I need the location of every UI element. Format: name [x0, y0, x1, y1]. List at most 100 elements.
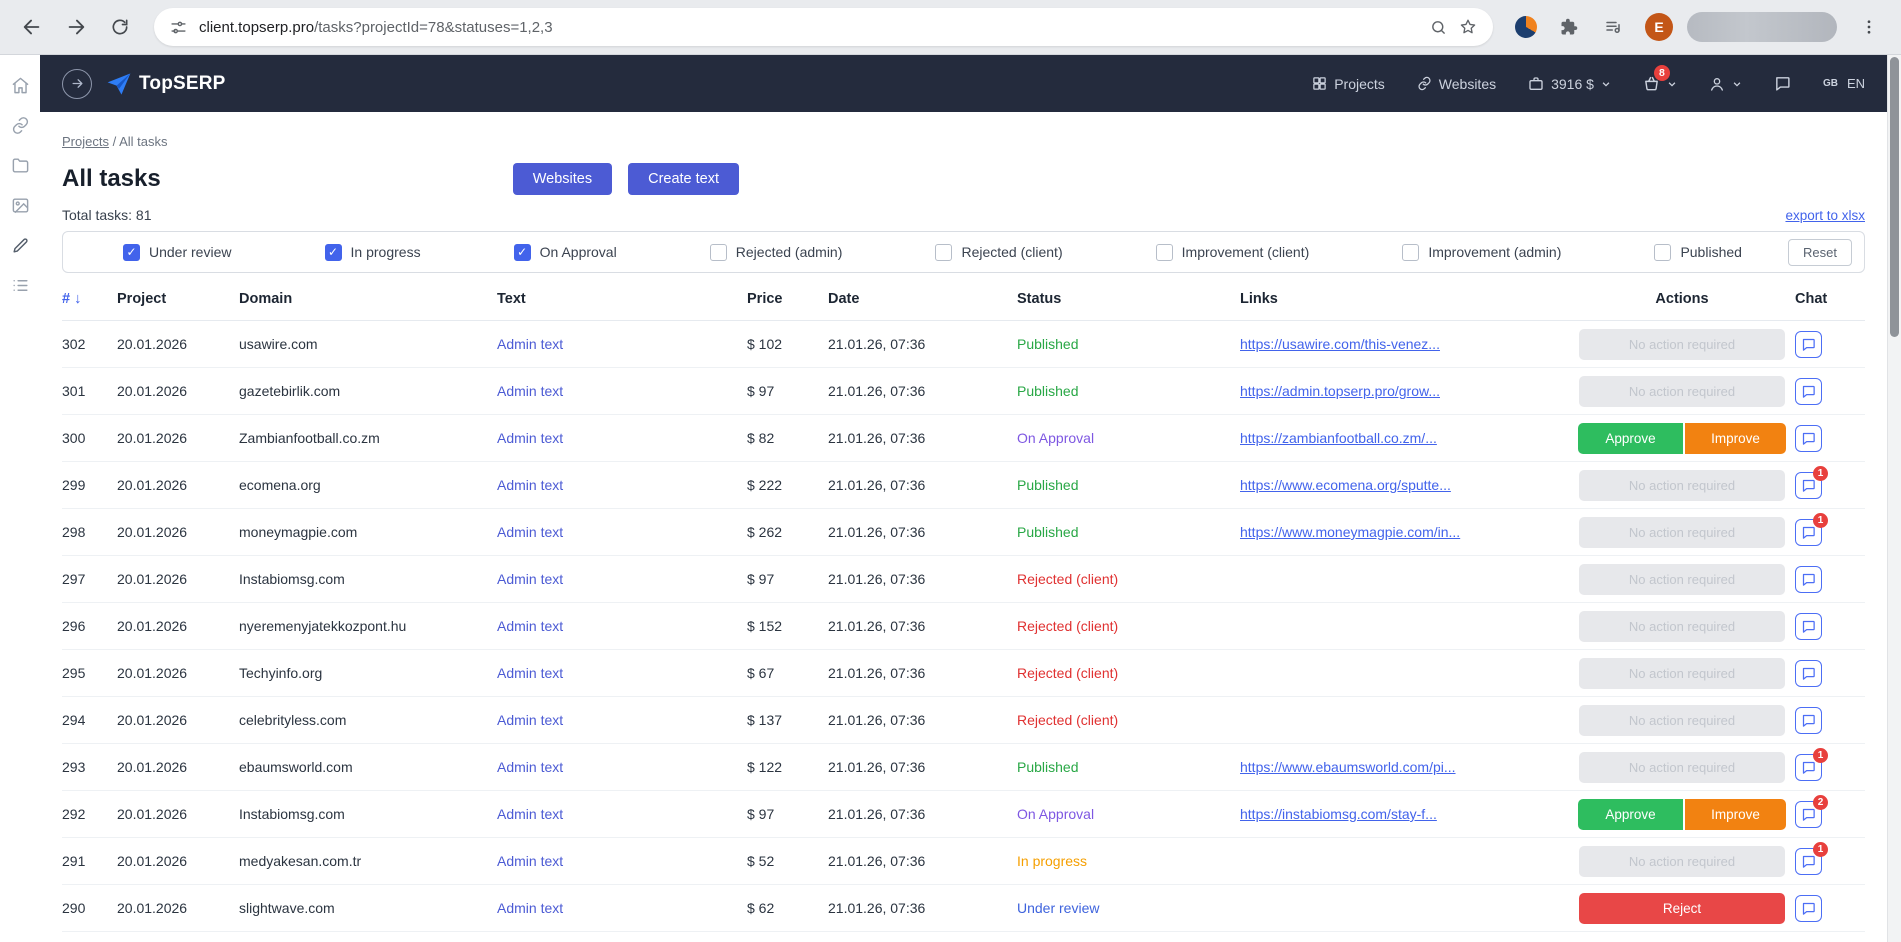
task-link[interactable]: https://www.ecomena.org/sputte... — [1240, 477, 1451, 493]
reject-button[interactable]: Reject — [1579, 892, 1785, 924]
scrollbar-thumb[interactable] — [1890, 57, 1899, 337]
extension-icon[interactable] — [1515, 16, 1537, 38]
admin-text-link[interactable]: Admin text — [497, 665, 563, 681]
status-filter-option[interactable]: In progress — [324, 243, 421, 261]
site-info-icon[interactable] — [170, 19, 187, 36]
sidebar-media-icon[interactable] — [0, 185, 40, 225]
create-text-button[interactable]: Create text — [628, 163, 740, 195]
task-link[interactable]: https://www.ebaumsworld.com/pi... — [1240, 759, 1456, 775]
reload-button[interactable] — [102, 9, 138, 45]
actions-cell: Reject — [1579, 892, 1795, 924]
task-link[interactable]: https://instabiomsg.com/stay-f... — [1240, 806, 1437, 822]
approve-button[interactable]: Approve — [1578, 422, 1683, 454]
chat-button[interactable]: 1 — [1795, 512, 1828, 546]
admin-text-link[interactable]: Admin text — [497, 571, 563, 587]
status-filter-option[interactable]: Published — [1654, 243, 1742, 261]
export-xlsx-link[interactable]: export to xlsx — [1785, 208, 1865, 223]
task-date: 21.01.26, 07:36 — [828, 571, 926, 587]
improve-button[interactable]: Improve — [1685, 798, 1786, 830]
browser-profile-avatar[interactable]: E — [1645, 13, 1673, 41]
chat-button[interactable] — [1795, 612, 1822, 640]
extensions-puzzle-icon[interactable] — [1551, 9, 1587, 45]
admin-text-link[interactable]: Admin text — [497, 524, 563, 540]
forward-button[interactable] — [58, 9, 94, 45]
balance-dropdown[interactable]: 3916 $ — [1528, 76, 1611, 92]
language-switcher[interactable]: GB EN — [1823, 76, 1865, 91]
filter-checkbox[interactable] — [1155, 243, 1173, 261]
filter-label: Under review — [149, 244, 232, 260]
chat-button[interactable] — [1795, 565, 1822, 593]
admin-text-link[interactable]: Admin text — [497, 759, 563, 775]
status-filter-option[interactable]: Rejected (admin) — [709, 243, 842, 261]
admin-text-link[interactable]: Admin text — [497, 430, 563, 446]
column-header-chat: Chat — [1795, 290, 1828, 307]
address-bar[interactable]: client.topserp.pro/tasks?projectId=78&st… — [154, 8, 1493, 46]
sidebar-home-icon[interactable] — [0, 65, 40, 105]
table-row: 301 20.01.2026 gazetebirlik.com Admin te… — [62, 368, 1865, 415]
task-id: 302 — [62, 336, 86, 352]
filter-checkbox[interactable] — [324, 243, 342, 261]
chat-button[interactable]: 1 — [1795, 747, 1828, 781]
sidebar-projects-icon[interactable] — [0, 145, 40, 185]
table-row: 294 20.01.2026 celebrityless.com Admin t… — [62, 697, 1865, 744]
column-header-id[interactable]: # ↓ — [62, 291, 117, 307]
status-filter-option[interactable]: Under review — [123, 243, 232, 261]
status-filter-option[interactable]: On Approval — [513, 243, 617, 261]
chat-button[interactable] — [1795, 659, 1822, 687]
filter-checkbox[interactable] — [1654, 243, 1672, 261]
nav-websites[interactable]: Websites — [1417, 76, 1496, 92]
brand[interactable]: TopSERP — [106, 71, 226, 97]
filter-checkbox[interactable] — [935, 243, 953, 261]
nav-projects[interactable]: Projects — [1312, 76, 1385, 92]
sidebar-links-icon[interactable] — [0, 105, 40, 145]
task-link[interactable]: https://admin.topserp.pro/grow... — [1240, 383, 1440, 399]
sort-desc-icon: ↓ — [74, 290, 82, 307]
chat-button[interactable] — [1795, 424, 1822, 452]
admin-text-link[interactable]: Admin text — [497, 806, 563, 822]
admin-text-link[interactable]: Admin text — [497, 618, 563, 634]
admin-text-link[interactable]: Admin text — [497, 477, 563, 493]
task-link[interactable]: https://usawire.com/this-venez... — [1240, 336, 1440, 352]
search-icon[interactable] — [1430, 19, 1447, 36]
filter-checkbox[interactable] — [123, 243, 140, 261]
chat-button[interactable] — [1795, 894, 1822, 922]
admin-text-link[interactable]: Admin text — [497, 712, 563, 728]
playlist-icon[interactable] — [1595, 9, 1631, 45]
filter-checkbox[interactable] — [1402, 243, 1420, 261]
chat-button[interactable]: 1 — [1795, 465, 1828, 499]
table-row: 299 20.01.2026 ecomena.org Admin text $ … — [62, 462, 1865, 509]
url-text[interactable]: client.topserp.pro/tasks?projectId=78&st… — [199, 19, 1418, 36]
task-link[interactable]: https://zambianfootball.co.zm/... — [1240, 430, 1437, 446]
back-button[interactable] — [14, 9, 50, 45]
sidebar-edit-icon[interactable] — [0, 225, 40, 265]
column-header-links: Links — [1240, 290, 1278, 307]
chat-button[interactable] — [1795, 377, 1822, 405]
reset-button[interactable]: Reset — [1788, 238, 1852, 266]
cart-button[interactable]: 8 — [1643, 65, 1677, 92]
filter-checkbox[interactable] — [513, 243, 531, 261]
bookmark-star-icon[interactable] — [1459, 18, 1477, 36]
websites-button[interactable]: Websites — [512, 163, 613, 195]
chat-button[interactable]: 2 — [1795, 794, 1828, 828]
filter-checkbox[interactable] — [709, 243, 727, 261]
approve-button[interactable]: Approve — [1578, 798, 1683, 830]
admin-text-link[interactable]: Admin text — [497, 900, 563, 916]
status-filter-option[interactable]: Improvement (admin) — [1402, 243, 1561, 261]
support-chat-button[interactable] — [1774, 75, 1791, 92]
chat-button[interactable]: 1 — [1795, 841, 1828, 875]
breadcrumb-projects-link[interactable]: Projects — [62, 134, 109, 149]
admin-text-link[interactable]: Admin text — [497, 383, 563, 399]
browser-menu-icon[interactable] — [1851, 9, 1887, 45]
improve-button[interactable]: Improve — [1685, 422, 1786, 454]
status-filter-option[interactable]: Improvement (client) — [1155, 243, 1309, 261]
chat-button[interactable] — [1795, 330, 1822, 358]
actions-cell: No action required — [1579, 845, 1795, 877]
account-menu[interactable] — [1709, 76, 1742, 92]
expand-sidebar-button[interactable] — [62, 68, 92, 99]
sidebar-tasks-icon[interactable] — [0, 265, 40, 305]
chat-button[interactable] — [1795, 706, 1822, 734]
admin-text-link[interactable]: Admin text — [497, 336, 563, 352]
status-filter-option[interactable]: Rejected (client) — [935, 243, 1063, 261]
admin-text-link[interactable]: Admin text — [497, 853, 563, 869]
task-link[interactable]: https://www.moneymagpie.com/in... — [1240, 524, 1460, 540]
